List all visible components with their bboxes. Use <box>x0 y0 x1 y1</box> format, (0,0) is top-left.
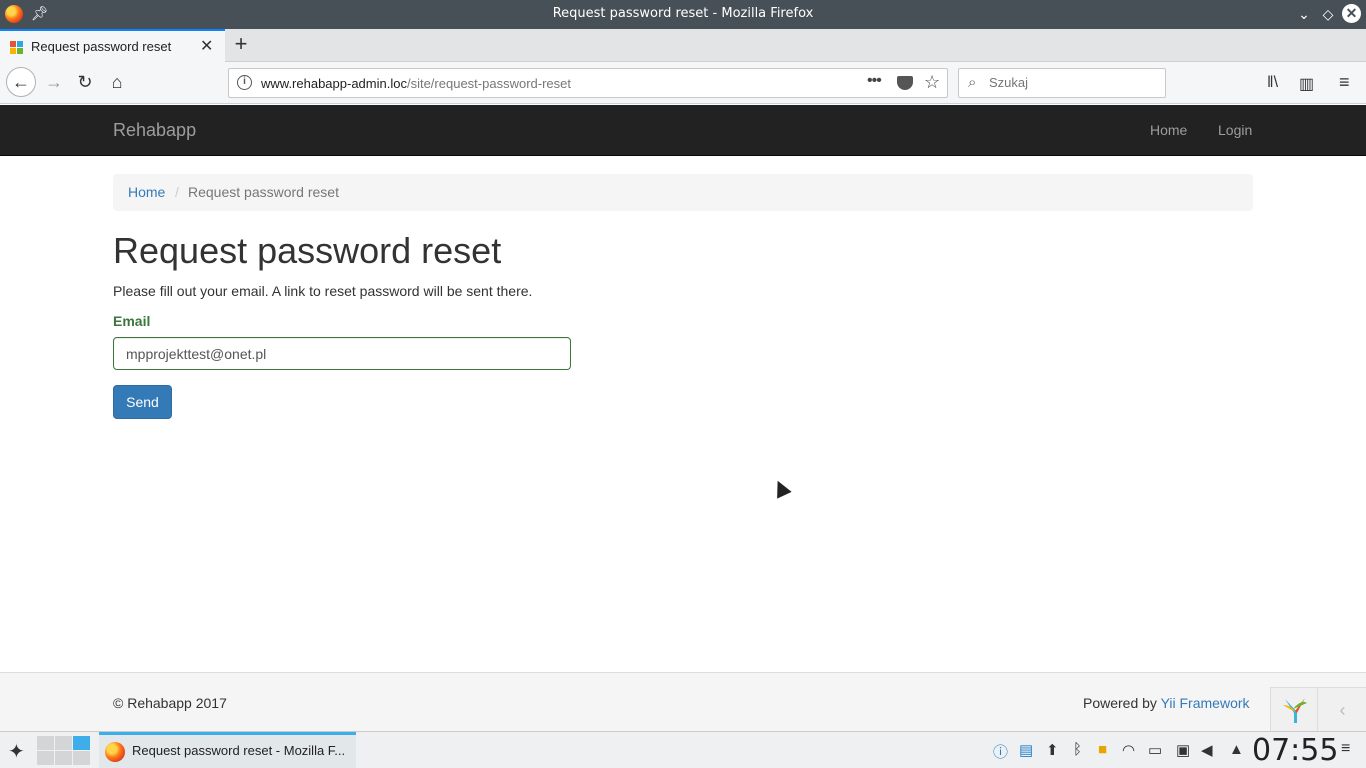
tray-expand-icon[interactable]: ▲ <box>1229 741 1244 758</box>
sidebar-icon[interactable]: ▥ <box>1299 74 1314 94</box>
tab-strip: Request password reset ✕ + <box>0 29 1366 62</box>
url-host: www.rehabapp-admin.loc <box>261 76 407 91</box>
url-text[interactable]: www.rehabapp-admin.loc/site/request-pass… <box>261 76 571 91</box>
window-titlebar: 📌︎ Request password reset - Mozilla Fire… <box>0 0 1366 29</box>
firefox-logo-icon <box>105 742 125 762</box>
taskbar: ✦ Request password reset - Mozilla F... … <box>0 731 1366 768</box>
reload-button[interactable]: ↻ <box>71 68 99 96</box>
wifi-icon[interactable]: ◠ <box>1122 741 1135 759</box>
yii-favicon-icon <box>10 41 23 54</box>
task-label: Request password reset - Mozilla F... <box>132 743 346 758</box>
tab-label: Request password reset <box>31 39 172 54</box>
mouse-cursor-icon <box>770 477 792 499</box>
search-input[interactable] <box>989 75 1159 90</box>
close-window-button[interactable]: ✕ <box>1342 4 1361 23</box>
url-path: /site/request-password-reset <box>406 76 571 91</box>
footer-powered-by: Powered by Yii Framework <box>1083 695 1250 711</box>
breadcrumb-separator: / <box>175 184 179 200</box>
library-icon[interactable]: ‖\ <box>1267 74 1278 92</box>
nav-login-link[interactable]: Login <box>1218 122 1252 138</box>
panel-menu-icon[interactable]: ≡ <box>1341 740 1350 758</box>
site-brand[interactable]: Rehabapp <box>113 120 196 141</box>
maximize-button[interactable]: ◇ <box>1318 4 1338 24</box>
pocket-icon[interactable] <box>897 76 913 90</box>
breadcrumb: Home / Request password reset <box>113 174 1253 211</box>
bookmark-star-icon[interactable]: ☆ <box>924 72 940 93</box>
search-bar[interactable]: ⌕ <box>958 68 1166 98</box>
email-field[interactable] <box>113 337 571 370</box>
info-tray-icon[interactable]: ⓘ <box>993 741 1008 762</box>
breadcrumb-home-link[interactable]: Home <box>128 184 165 200</box>
page-actions-icon[interactable]: ••• <box>867 72 882 90</box>
close-tab-icon[interactable]: ✕ <box>200 36 213 56</box>
site-navbar: Rehabapp Home Login <box>0 105 1366 156</box>
back-button[interactable]: ← <box>6 67 36 97</box>
debug-toolbar-toggle-icon[interactable]: ‹ <box>1317 688 1366 733</box>
nav-home-link[interactable]: Home <box>1150 122 1187 138</box>
new-tab-button[interactable]: + <box>230 31 252 57</box>
browser-tab-active[interactable]: Request password reset ✕ <box>0 29 225 62</box>
site-footer: © Rehabapp 2017 Powered by Yii Framework… <box>0 672 1366 733</box>
web-page: Rehabapp Home Login Home / Request passw… <box>0 105 1366 733</box>
email-label: Email <box>113 313 151 329</box>
footer-copyright: © Rehabapp 2017 <box>113 695 227 711</box>
forward-button[interactable]: → <box>40 68 68 96</box>
app-launcher-icon[interactable]: ✦ <box>8 739 25 764</box>
desktop-3[interactable] <box>73 736 90 750</box>
volume-icon[interactable]: ◀ <box>1201 741 1213 759</box>
search-icon: ⌕ <box>968 74 977 91</box>
bluetooth-icon[interactable]: ᛒ <box>1073 741 1082 758</box>
site-info-icon[interactable]: i <box>237 75 252 90</box>
desktop-2[interactable] <box>55 736 72 750</box>
breadcrumb-current: Request password reset <box>188 184 339 200</box>
hamburger-menu-icon[interactable]: ≡ <box>1339 72 1350 93</box>
battery-icon[interactable]: ▭ <box>1148 741 1162 759</box>
taskbar-firefox-task[interactable]: Request password reset - Mozilla F... <box>99 732 356 768</box>
browser-toolbar: ← → ↻ ⌂ i www.rehabapp-admin.loc/site/re… <box>0 62 1366 104</box>
desktop-4[interactable] <box>37 751 54 765</box>
minimize-button[interactable]: ⌄ <box>1294 4 1314 24</box>
powered-prefix: Powered by <box>1083 695 1161 711</box>
desktop-1[interactable] <box>37 736 54 750</box>
intro-text: Please fill out your email. A link to re… <box>113 283 533 299</box>
clipboard-tray-icon[interactable]: ■ <box>1098 741 1107 758</box>
send-button[interactable]: Send <box>113 385 172 419</box>
desktop-6[interactable] <box>73 751 90 765</box>
updates-tray-icon[interactable]: ⬆ <box>1046 741 1059 759</box>
virtual-desktop-pager[interactable] <box>37 736 93 765</box>
storage-tray-icon[interactable]: ▣ <box>1176 741 1190 759</box>
yii-debug-toolbar: ‹ <box>1270 687 1366 733</box>
clock[interactable]: 07:55 <box>1252 733 1338 768</box>
desktop-5[interactable] <box>55 751 72 765</box>
yii-framework-link[interactable]: Yii Framework <box>1161 695 1250 711</box>
yii-logo-icon[interactable] <box>1279 695 1309 725</box>
notification-tray-icon[interactable]: ▤ <box>1019 741 1033 759</box>
window-title: Request password reset - Mozilla Firefox <box>552 6 814 21</box>
url-bar[interactable]: i www.rehabapp-admin.loc/site/request-pa… <box>228 68 948 98</box>
home-button[interactable]: ⌂ <box>103 68 131 96</box>
page-title: Request password reset <box>113 230 502 271</box>
